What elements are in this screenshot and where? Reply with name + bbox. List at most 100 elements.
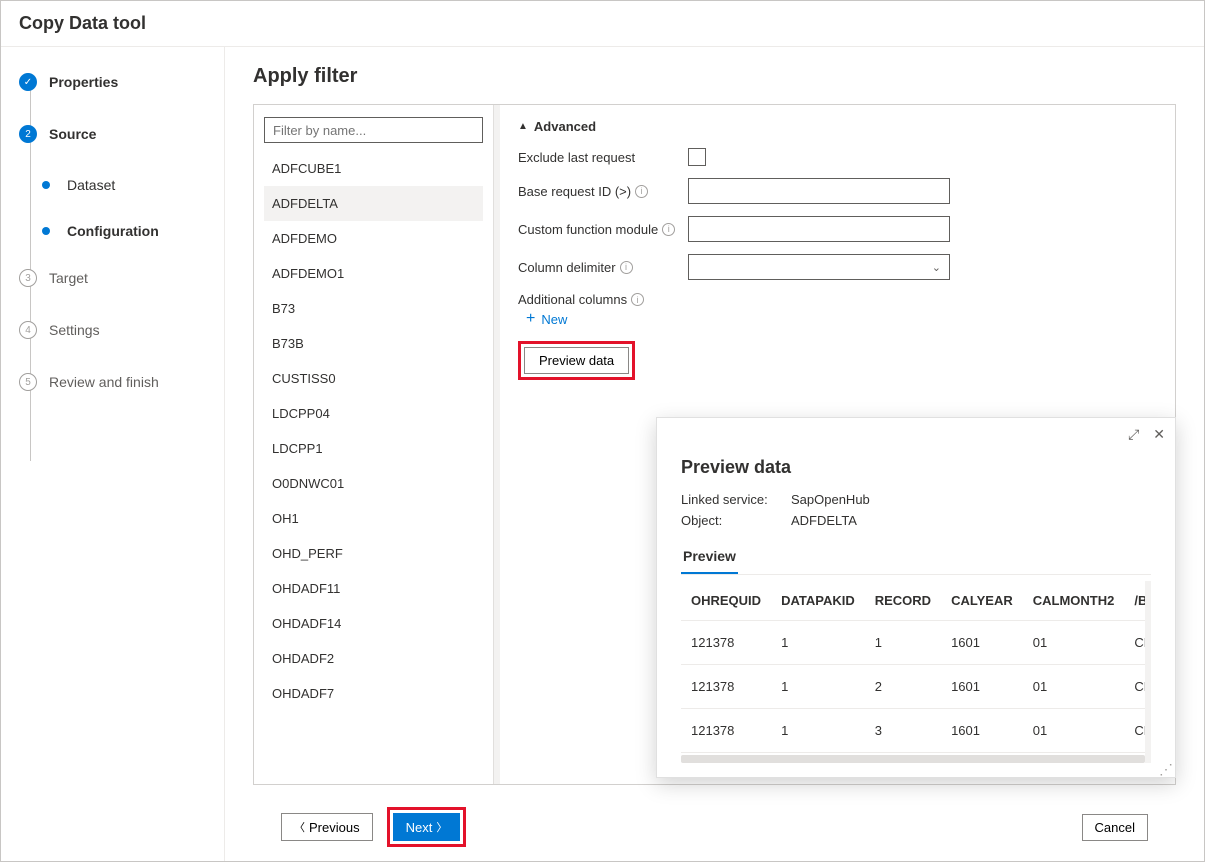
step-label: Review and finish [49,374,159,390]
table-cell: 1 [771,665,865,709]
footer: 〈 Previous Next 〉 Cancel [253,797,1176,861]
page-title: Apply filter [253,65,1176,88]
list-item[interactable]: OHDADF2 [264,641,483,676]
table-cell: 1 [771,621,865,665]
expand-icon[interactable]: ⤢ [1128,426,1139,443]
substep-dot-icon [42,227,50,235]
substep-dot-icon [42,181,50,189]
table-cell: CH02 [1124,621,1151,665]
triangle-down-icon: ▲ [518,121,528,132]
column-header[interactable]: /BIC/P [1124,581,1151,621]
list-item[interactable]: ADFCUBE1 [264,151,483,186]
table-cell: 1601 [941,665,1023,709]
step-configuration[interactable]: Configuration [1,217,224,245]
table-cell: CH02 [1124,665,1151,709]
table-cell: 01 [1023,621,1125,665]
step-number-icon: 4 [19,321,37,339]
linked-service-label: Linked service: [681,492,791,507]
wizard-sidebar: ✓ Properties 2 Source Dataset Configurat… [1,47,225,861]
custom-function-input[interactable] [688,216,950,242]
preview-grid[interactable]: OHREQUIDDATAPAKIDRECORDCALYEARCALMONTH2/… [681,581,1151,763]
exclude-last-request-label: Exclude last request [518,150,688,165]
table-cell: 01 [1023,665,1125,709]
column-delimiter-label: Column delimiter [518,260,616,275]
base-request-id-input[interactable] [688,178,950,204]
preview-data-button[interactable]: Preview data [524,347,629,374]
info-icon[interactable]: i [620,261,633,274]
close-icon[interactable]: ✕ [1153,426,1165,443]
list-item[interactable]: OH1 [264,501,483,536]
step-label: Configuration [67,223,159,239]
custom-function-label: Custom function module [518,222,658,237]
chevron-down-icon: ⌄ [932,261,941,274]
advanced-toggle[interactable]: ▲ Advanced [518,119,1157,134]
column-header[interactable]: DATAPAKID [771,581,865,621]
table-cell: CH04 [1124,709,1151,753]
table-row: 12137813160101CH04 [681,709,1151,753]
list-item[interactable]: O0DNWC01 [264,466,483,501]
info-icon[interactable]: i [662,223,675,236]
list-item[interactable]: ADFDEMO [264,221,483,256]
column-header[interactable]: CALMONTH2 [1023,581,1125,621]
table-cell: 121378 [681,709,771,753]
previous-button[interactable]: 〈 Previous [281,813,373,841]
chevron-right-icon: 〉 [436,819,447,835]
list-item[interactable]: OHDADF11 [264,571,483,606]
next-button[interactable]: Next 〉 [393,813,461,841]
advanced-label: Advanced [534,119,596,134]
main: Apply filter ADFCUBE1ADFDELTAADFDEMOADFD… [225,47,1204,861]
column-header[interactable]: CALYEAR [941,581,1023,621]
list-pane: ADFCUBE1ADFDELTAADFDEMOADFDEMO1B73B73BCU… [254,105,494,784]
new-label: New [541,312,567,327]
window: Copy Data tool ✓ Properties 2 Source Dat… [0,0,1205,862]
table-cell: 01 [1023,709,1125,753]
previous-label: Previous [309,820,360,835]
list-item[interactable]: OHDADF14 [264,606,483,641]
column-delimiter-select[interactable]: ⌄ [688,254,950,280]
cancel-button[interactable]: Cancel [1082,814,1148,841]
highlight-box: Preview data [518,341,635,380]
step-number-icon: 2 [19,125,37,143]
filter-input[interactable] [264,117,483,143]
additional-columns-label: Additional columns [518,292,627,307]
list-item[interactable]: OHDADF7 [264,676,483,711]
step-properties[interactable]: ✓ Properties [1,67,224,97]
table-cell: 1 [865,621,941,665]
exclude-last-request-checkbox[interactable] [688,148,706,166]
preview-data-popup: ⤢ ✕ Preview data Linked service: SapOpen… [656,417,1176,778]
list-item[interactable]: ADFDELTA [264,186,483,221]
new-column-link[interactable]: + New [526,311,1157,327]
table-cell: 1601 [941,709,1023,753]
table-row: 12137812160101CH02 [681,665,1151,709]
preview-tab[interactable]: Preview [681,542,738,574]
object-value: ADFDELTA [791,513,857,528]
table-cell: 1601 [941,621,1023,665]
column-header[interactable]: RECORD [865,581,941,621]
body: ✓ Properties 2 Source Dataset Configurat… [1,47,1204,861]
info-icon[interactable]: i [631,293,644,306]
table-cell: 121378 [681,665,771,709]
info-icon[interactable]: i [635,185,648,198]
step-target[interactable]: 3 Target [1,263,224,293]
chevron-left-icon: 〈 [294,819,305,835]
column-header[interactable]: OHREQUID [681,581,771,621]
list-item[interactable]: CUSTISS0 [264,361,483,396]
list-item[interactable]: LDCPP04 [264,396,483,431]
step-review[interactable]: 5 Review and finish [1,367,224,397]
step-number-icon: 3 [19,269,37,287]
linked-service-value: SapOpenHub [791,492,870,507]
object-label: Object: [681,513,791,528]
list-item[interactable]: B73B [264,326,483,361]
horizontal-scrollbar[interactable] [681,755,1145,763]
step-label: Properties [49,74,118,90]
step-source[interactable]: 2 Source [1,119,224,149]
list-item[interactable]: OHD_PERF [264,536,483,571]
step-number-icon: 5 [19,373,37,391]
step-dataset[interactable]: Dataset [1,171,224,199]
table-cell: 2 [865,665,941,709]
list-item[interactable]: LDCPP1 [264,431,483,466]
list-item[interactable]: ADFDEMO1 [264,256,483,291]
step-label: Target [49,270,88,286]
step-settings[interactable]: 4 Settings [1,315,224,345]
list-item[interactable]: B73 [264,291,483,326]
